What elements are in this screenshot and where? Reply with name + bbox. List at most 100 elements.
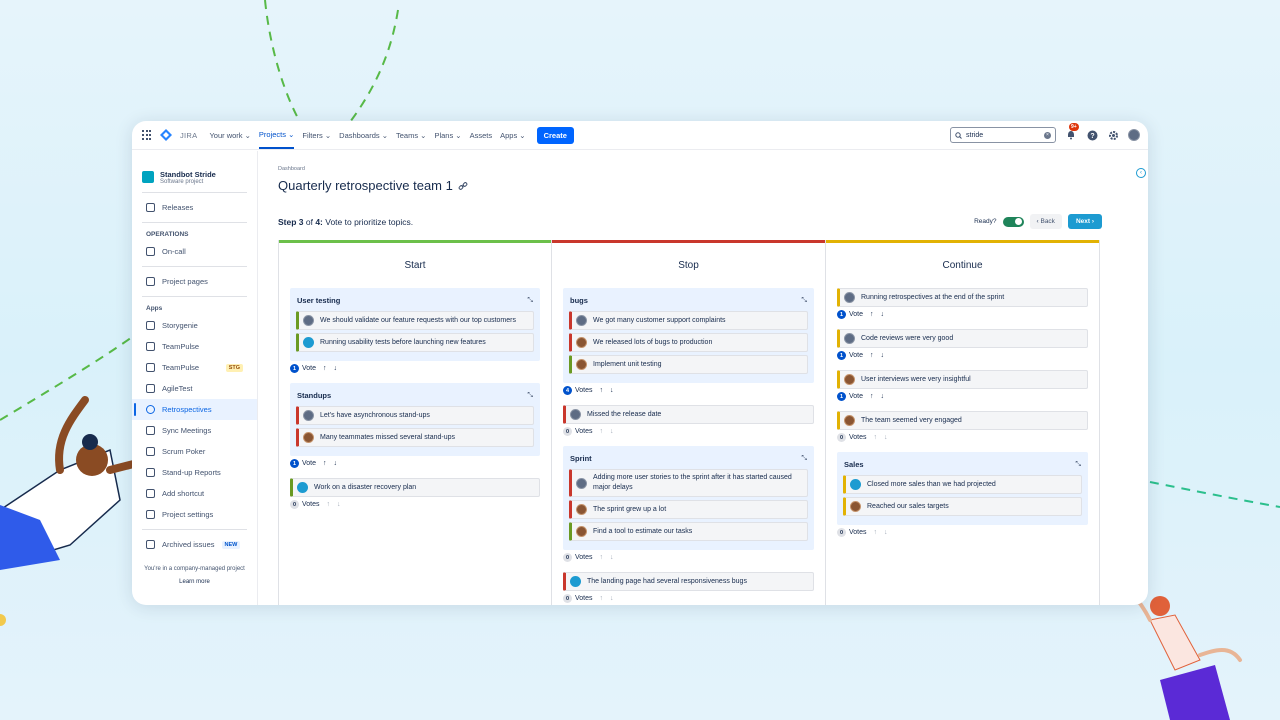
- downvote-icon[interactable]: ↓: [610, 428, 617, 435]
- downvote-icon[interactable]: ↓: [610, 595, 617, 602]
- author-avatar: [303, 432, 314, 443]
- card-text: Many teammates missed several stand-ups: [320, 433, 455, 441]
- upvote-icon[interactable]: ↑: [600, 428, 607, 435]
- ship-icon: [146, 203, 155, 212]
- nav-item-assets[interactable]: Assets: [470, 121, 493, 149]
- upvote-icon[interactable]: ↑: [600, 554, 607, 561]
- create-button[interactable]: Create: [536, 126, 574, 144]
- vote-count: 1: [837, 351, 846, 360]
- upvote-icon[interactable]: ↑: [870, 352, 877, 359]
- collapse-group-icon[interactable]: ⤡: [527, 297, 533, 305]
- collapse-group-icon[interactable]: ⤡: [527, 392, 533, 400]
- downvote-icon[interactable]: ↓: [884, 434, 891, 441]
- retro-card[interactable]: Find a tool to estimate our tasks: [569, 522, 808, 541]
- sidebar-item-label: Project pages: [162, 277, 208, 286]
- upvote-icon[interactable]: ↑: [870, 311, 877, 318]
- downvote-icon[interactable]: ↓: [334, 365, 341, 372]
- search-input[interactable]: stride ×: [950, 127, 1056, 143]
- retro-card[interactable]: Work on a disaster recovery plan: [290, 478, 540, 497]
- retro-card[interactable]: Missed the release date: [563, 405, 814, 424]
- downvote-icon[interactable]: ↓: [610, 387, 617, 394]
- retro-card[interactable]: Let's have asynchronous stand-ups: [296, 406, 534, 425]
- clear-search-icon[interactable]: ×: [1044, 131, 1051, 139]
- learn-more-link[interactable]: Learn more: [132, 576, 257, 589]
- sidebar-item-label: TeamPulse: [162, 363, 200, 372]
- collapse-group-icon[interactable]: ⤡: [801, 455, 807, 463]
- sidebar-item-oncall[interactable]: On-call: [132, 241, 257, 262]
- upvote-icon[interactable]: ↑: [874, 434, 881, 441]
- downvote-icon[interactable]: ↓: [337, 501, 344, 508]
- help-icon[interactable]: ?: [1086, 129, 1098, 141]
- sidebar-item-archived-issues[interactable]: Archived issues NEW: [132, 534, 257, 555]
- app-switcher-icon[interactable]: [142, 130, 152, 140]
- upvote-icon[interactable]: ↑: [874, 529, 881, 536]
- sidebar-item-add-shortcut[interactable]: Add shortcut: [132, 483, 257, 504]
- retro-card[interactable]: We should validate our feature requests …: [296, 311, 534, 330]
- project-header[interactable]: Standbot Stride Software project: [132, 166, 257, 188]
- sidebar-item-agiletest[interactable]: AgileTest: [132, 378, 257, 399]
- retro-card[interactable]: Code reviews were very good: [837, 329, 1088, 348]
- upvote-icon[interactable]: ↑: [327, 501, 334, 508]
- retro-card[interactable]: Running retrospectives at the end of the…: [837, 288, 1088, 307]
- sidebar-item-stand-up-reports[interactable]: Stand-up Reports: [132, 462, 257, 483]
- vote-label: Votes: [849, 529, 867, 536]
- upvote-icon[interactable]: ↑: [870, 393, 877, 400]
- divider: [142, 222, 247, 223]
- upvote-icon[interactable]: ↑: [323, 365, 330, 372]
- author-avatar: [303, 337, 314, 348]
- nav-item-apps[interactable]: Apps ⌄: [500, 121, 525, 149]
- downvote-icon[interactable]: ↓: [610, 554, 617, 561]
- sidebar-item-project-pages[interactable]: Project pages: [132, 271, 257, 292]
- sidebar-item-project-settings[interactable]: Project settings: [132, 504, 257, 525]
- settings-gear-icon[interactable]: [1107, 129, 1119, 141]
- retro-card[interactable]: The sprint grew up a lot: [569, 500, 808, 519]
- back-button[interactable]: ‹ Back: [1029, 214, 1062, 229]
- nav-item-filters[interactable]: Filters ⌄: [302, 121, 331, 149]
- retro-card[interactable]: User interviews were very insightful: [837, 370, 1088, 389]
- author-avatar: [303, 410, 314, 421]
- retro-card[interactable]: Adding more user stories to the sprint a…: [569, 469, 808, 497]
- sidebar-item-teampulse[interactable]: TeamPulse STG: [132, 357, 257, 378]
- downvote-icon[interactable]: ↓: [884, 529, 891, 536]
- downvote-icon[interactable]: ↓: [881, 393, 888, 400]
- retro-card[interactable]: The team seemed very engaged: [837, 411, 1088, 430]
- sidebar-item-storygenie[interactable]: Storygenie: [132, 315, 257, 336]
- retro-card[interactable]: Running usability tests before launching…: [296, 333, 534, 352]
- nav-item-plans[interactable]: Plans ⌄: [434, 121, 461, 149]
- next-button[interactable]: Next ›: [1067, 214, 1102, 229]
- retro-card[interactable]: We got many customer support complaints: [569, 311, 808, 330]
- nav-item-your[interactable]: Your work ⌄: [209, 121, 250, 149]
- retro-card[interactable]: Implement unit testing: [569, 355, 808, 374]
- nav-item-teams[interactable]: Teams ⌄: [396, 121, 426, 149]
- app-brand[interactable]: JIRA: [180, 131, 197, 140]
- user-avatar[interactable]: [1128, 129, 1140, 141]
- retro-card[interactable]: The landing page had several responsiven…: [563, 572, 814, 591]
- breadcrumb[interactable]: Dashboard: [278, 166, 1102, 172]
- retro-card[interactable]: Many teammates missed several stand-ups: [296, 428, 534, 447]
- upvote-icon[interactable]: ↑: [600, 595, 607, 602]
- sidebar-item-retrospectives[interactable]: Retrospectives: [132, 399, 257, 420]
- collapse-group-icon[interactable]: ⤡: [1075, 461, 1081, 469]
- retro-card[interactable]: We released lots of bugs to production: [569, 333, 808, 352]
- collapse-panel-icon[interactable]: ‹: [1136, 168, 1146, 178]
- retro-card[interactable]: Reached our sales targets: [843, 497, 1082, 516]
- downvote-icon[interactable]: ↓: [334, 460, 341, 467]
- sidebar-item-label: Project settings: [162, 510, 214, 519]
- upvote-icon[interactable]: ↑: [600, 387, 607, 394]
- sidebar-item-sync-meetings[interactable]: Sync Meetings: [132, 420, 257, 441]
- sidebar-item-releases[interactable]: Releases: [132, 197, 257, 218]
- notifications-icon[interactable]: 9+: [1065, 123, 1079, 141]
- nav-item-projects[interactable]: Projects ⌄: [258, 121, 295, 149]
- sidebar-item-teampulse[interactable]: TeamPulse: [132, 336, 257, 357]
- link-icon[interactable]: [458, 181, 468, 191]
- nav-item-dashboards[interactable]: Dashboards ⌄: [339, 121, 388, 149]
- group-title: bugs: [570, 296, 588, 305]
- ready-toggle[interactable]: [1002, 216, 1024, 227]
- collapse-group-icon[interactable]: ⤡: [801, 297, 807, 305]
- downvote-icon[interactable]: ↓: [881, 352, 888, 359]
- upvote-icon[interactable]: ↑: [323, 460, 330, 467]
- retro-card[interactable]: Closed more sales than we had projected: [843, 475, 1082, 494]
- sidebar-item-scrum-poker[interactable]: Scrum Poker: [132, 441, 257, 462]
- jira-logo-icon[interactable]: [160, 129, 172, 141]
- downvote-icon[interactable]: ↓: [881, 311, 888, 318]
